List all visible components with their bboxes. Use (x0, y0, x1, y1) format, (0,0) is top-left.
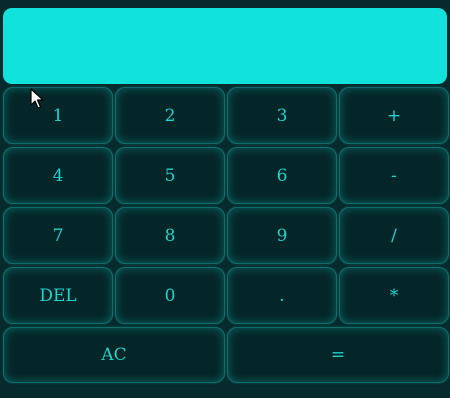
key-2[interactable]: 2 (115, 87, 225, 144)
key-minus[interactable]: - (339, 147, 449, 204)
key-divide[interactable]: / (339, 207, 449, 264)
key-3[interactable]: 3 (227, 87, 337, 144)
key-delete[interactable]: DEL (3, 267, 113, 324)
keypad: 1 2 3 + 4 5 6 - 7 8 9 / DEL 0 . * AC = (3, 87, 449, 383)
key-8[interactable]: 8 (115, 207, 225, 264)
key-7[interactable]: 7 (3, 207, 113, 264)
key-decimal[interactable]: . (227, 267, 337, 324)
key-multiply[interactable]: * (339, 267, 449, 324)
key-6[interactable]: 6 (227, 147, 337, 204)
key-all-clear[interactable]: AC (3, 327, 225, 383)
key-1[interactable]: 1 (3, 87, 113, 144)
calculator-display (3, 8, 447, 84)
key-4[interactable]: 4 (3, 147, 113, 204)
key-5[interactable]: 5 (115, 147, 225, 204)
key-9[interactable]: 9 (227, 207, 337, 264)
calculator-app: 1 2 3 + 4 5 6 - 7 8 9 / DEL 0 . * AC = (0, 0, 450, 398)
key-0[interactable]: 0 (115, 267, 225, 324)
key-plus[interactable]: + (339, 87, 449, 144)
key-equals[interactable]: = (227, 327, 449, 383)
